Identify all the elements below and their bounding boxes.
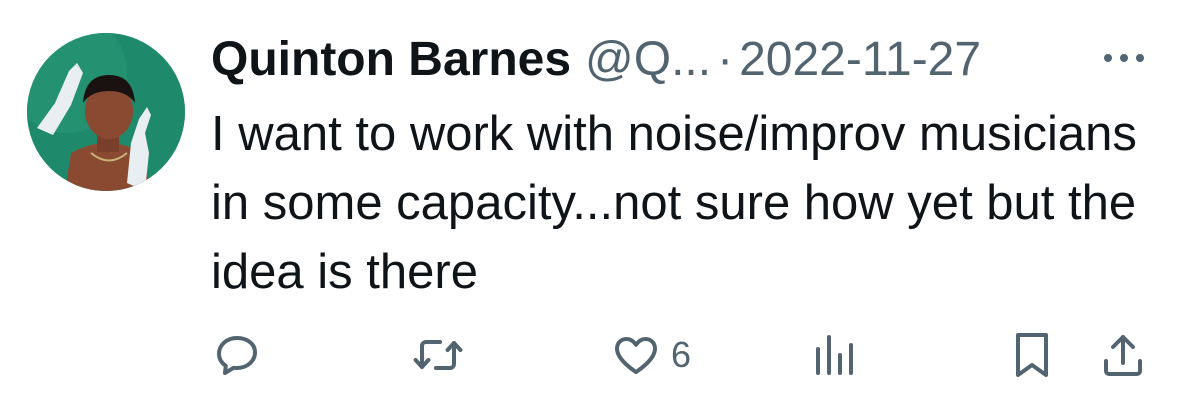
more-dots-icon [1104, 54, 1144, 62]
reply-button[interactable] [213, 325, 261, 385]
retweet-icon [413, 340, 463, 370]
separator-dot: · [717, 33, 734, 86]
views-button[interactable] [812, 325, 856, 385]
avatar[interactable] [27, 33, 185, 191]
profile-photo-icon [27, 33, 185, 191]
author-name[interactable]: Quinton Barnes [211, 28, 571, 92]
heart-icon [615, 337, 657, 374]
views-bar-chart-icon [816, 335, 853, 375]
like-button[interactable]: 6 [611, 325, 691, 385]
more-button[interactable] [1100, 44, 1148, 72]
bookmark-button[interactable] [1012, 325, 1052, 385]
bookmark-icon [1016, 333, 1048, 377]
share-icon [1104, 335, 1142, 376]
action-bar: 6 [0, 325, 1179, 385]
author-handle[interactable]: @Q... [585, 28, 711, 92]
reply-icon [217, 336, 257, 375]
tweet[interactable]: Quinton Barnes @Q... · 2022-11-27 I want… [0, 0, 1179, 414]
share-button[interactable] [1100, 325, 1146, 385]
retweet-button[interactable] [412, 325, 464, 385]
tweet-text: I want to work with noise/improv musicia… [211, 107, 1137, 299]
timestamp[interactable]: 2022-11-27 [739, 28, 981, 92]
tweet-header: Quinton Barnes @Q... · 2022-11-27 [211, 28, 981, 92]
like-count: 6 [671, 334, 692, 375]
